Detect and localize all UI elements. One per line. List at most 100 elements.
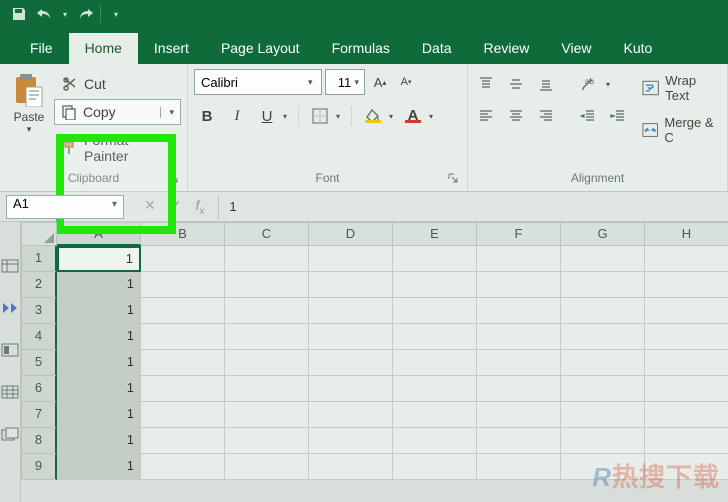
cell-A7[interactable]: 1 bbox=[57, 402, 141, 428]
cell-A4[interactable]: 1 bbox=[57, 324, 141, 350]
cell-F4[interactable] bbox=[477, 324, 561, 350]
cell-G7[interactable] bbox=[561, 402, 645, 428]
cell-E4[interactable] bbox=[393, 324, 477, 350]
redo-icon[interactable] bbox=[72, 2, 98, 26]
cell-F7[interactable] bbox=[477, 402, 561, 428]
cell-B8[interactable] bbox=[141, 428, 225, 454]
strip-icon-1[interactable] bbox=[0, 256, 20, 276]
cell-B6[interactable] bbox=[141, 376, 225, 402]
increase-indent-button[interactable] bbox=[606, 105, 630, 127]
cell-B9[interactable] bbox=[141, 454, 225, 480]
enter-formula-icon[interactable]: ✓ bbox=[170, 197, 182, 217]
borders-button[interactable] bbox=[307, 103, 333, 129]
tab-home[interactable]: Home bbox=[69, 33, 138, 64]
cell-B3[interactable] bbox=[141, 298, 225, 324]
font-size-dropdown-icon[interactable]: ▾ bbox=[355, 77, 360, 88]
align-right-button[interactable] bbox=[534, 105, 558, 127]
column-header-G[interactable]: G bbox=[561, 222, 645, 246]
cell-E7[interactable] bbox=[393, 402, 477, 428]
font-dialog-icon[interactable] bbox=[448, 173, 459, 187]
bold-button[interactable]: B bbox=[194, 103, 220, 129]
tab-insert[interactable]: Insert bbox=[138, 33, 205, 64]
cell-E1[interactable] bbox=[393, 246, 477, 272]
tab-review[interactable]: Review bbox=[468, 33, 546, 64]
cell-G9[interactable] bbox=[561, 454, 645, 480]
row-header-4[interactable]: 4 bbox=[21, 324, 57, 350]
copy-dropdown-icon[interactable]: ▾ bbox=[160, 107, 174, 118]
cell-G2[interactable] bbox=[561, 272, 645, 298]
cell-D4[interactable] bbox=[309, 324, 393, 350]
fill-color-button[interactable] bbox=[360, 103, 386, 129]
select-all-corner[interactable] bbox=[21, 222, 57, 246]
cell-C2[interactable] bbox=[225, 272, 309, 298]
align-top-button[interactable] bbox=[474, 73, 498, 95]
cell-D7[interactable] bbox=[309, 402, 393, 428]
copy-button[interactable]: Copy ▾ bbox=[54, 99, 181, 125]
strip-icon-4[interactable] bbox=[0, 382, 20, 402]
undo-icon[interactable] bbox=[32, 2, 58, 26]
cell-E3[interactable] bbox=[393, 298, 477, 324]
cell-E9[interactable] bbox=[393, 454, 477, 480]
cell-C6[interactable] bbox=[225, 376, 309, 402]
row-header-9[interactable]: 9 bbox=[21, 454, 57, 480]
cell-C1[interactable] bbox=[225, 246, 309, 272]
align-middle-button[interactable] bbox=[504, 73, 528, 95]
align-bottom-button[interactable] bbox=[534, 73, 558, 95]
underline-dropdown-icon[interactable]: ▾ bbox=[280, 103, 290, 129]
cut-button[interactable]: Cut bbox=[54, 71, 181, 97]
cell-H9[interactable] bbox=[645, 454, 728, 480]
cell-E6[interactable] bbox=[393, 376, 477, 402]
cell-D3[interactable] bbox=[309, 298, 393, 324]
undo-dropdown-icon[interactable]: ▾ bbox=[58, 2, 72, 26]
cell-C4[interactable] bbox=[225, 324, 309, 350]
cell-A6[interactable]: 1 bbox=[57, 376, 141, 402]
cell-H7[interactable] bbox=[645, 402, 728, 428]
cell-A3[interactable]: 1 bbox=[57, 298, 141, 324]
decrease-indent-button[interactable] bbox=[576, 105, 600, 127]
save-icon[interactable] bbox=[6, 2, 32, 26]
font-color-dropdown-icon[interactable]: ▾ bbox=[426, 103, 436, 129]
cell-B5[interactable] bbox=[141, 350, 225, 376]
column-header-C[interactable]: C bbox=[225, 222, 309, 246]
wrap-text-button[interactable]: Wrap Text bbox=[642, 73, 721, 103]
cell-F8[interactable] bbox=[477, 428, 561, 454]
font-name-dropdown-icon[interactable]: ▾ bbox=[308, 77, 313, 88]
row-header-3[interactable]: 3 bbox=[21, 298, 57, 324]
cell-H8[interactable] bbox=[645, 428, 728, 454]
increase-font-size-button[interactable]: A▴ bbox=[369, 71, 391, 93]
cancel-formula-icon[interactable]: ✕ bbox=[144, 197, 156, 217]
strip-icon-3[interactable] bbox=[0, 340, 20, 360]
cell-C7[interactable] bbox=[225, 402, 309, 428]
paste-button[interactable]: Paste ▾ bbox=[6, 69, 52, 167]
clipboard-dialog-icon[interactable] bbox=[168, 173, 179, 187]
formula-input[interactable] bbox=[218, 195, 728, 219]
cell-G3[interactable] bbox=[561, 298, 645, 324]
cell-F1[interactable] bbox=[477, 246, 561, 272]
cell-H3[interactable] bbox=[645, 298, 728, 324]
cell-H6[interactable] bbox=[645, 376, 728, 402]
borders-dropdown-icon[interactable]: ▾ bbox=[333, 103, 343, 129]
tab-kutools[interactable]: Kuto bbox=[608, 33, 669, 64]
row-header-6[interactable]: 6 bbox=[21, 376, 57, 402]
insert-function-icon[interactable]: fx bbox=[195, 197, 204, 217]
row-header-7[interactable]: 7 bbox=[21, 402, 57, 428]
underline-button[interactable]: U bbox=[254, 103, 280, 129]
cell-D8[interactable] bbox=[309, 428, 393, 454]
row-header-5[interactable]: 5 bbox=[21, 350, 57, 376]
tab-file[interactable]: File bbox=[14, 33, 69, 64]
italic-button[interactable]: I bbox=[224, 103, 250, 129]
orientation-dropdown-icon[interactable]: ▾ bbox=[606, 80, 610, 89]
cell-C9[interactable] bbox=[225, 454, 309, 480]
decrease-font-size-button[interactable]: A▾ bbox=[395, 71, 417, 93]
column-header-E[interactable]: E bbox=[393, 222, 477, 246]
paste-dropdown-icon[interactable]: ▾ bbox=[27, 124, 32, 135]
cell-A8[interactable]: 1 bbox=[57, 428, 141, 454]
strip-icon-2[interactable] bbox=[0, 298, 20, 318]
cell-H4[interactable] bbox=[645, 324, 728, 350]
strip-icon-5[interactable] bbox=[0, 424, 20, 444]
cell-G1[interactable] bbox=[561, 246, 645, 272]
customize-qat-icon[interactable]: ▾ bbox=[103, 2, 129, 26]
cell-H2[interactable] bbox=[645, 272, 728, 298]
tab-view[interactable]: View bbox=[545, 33, 607, 64]
cell-F6[interactable] bbox=[477, 376, 561, 402]
